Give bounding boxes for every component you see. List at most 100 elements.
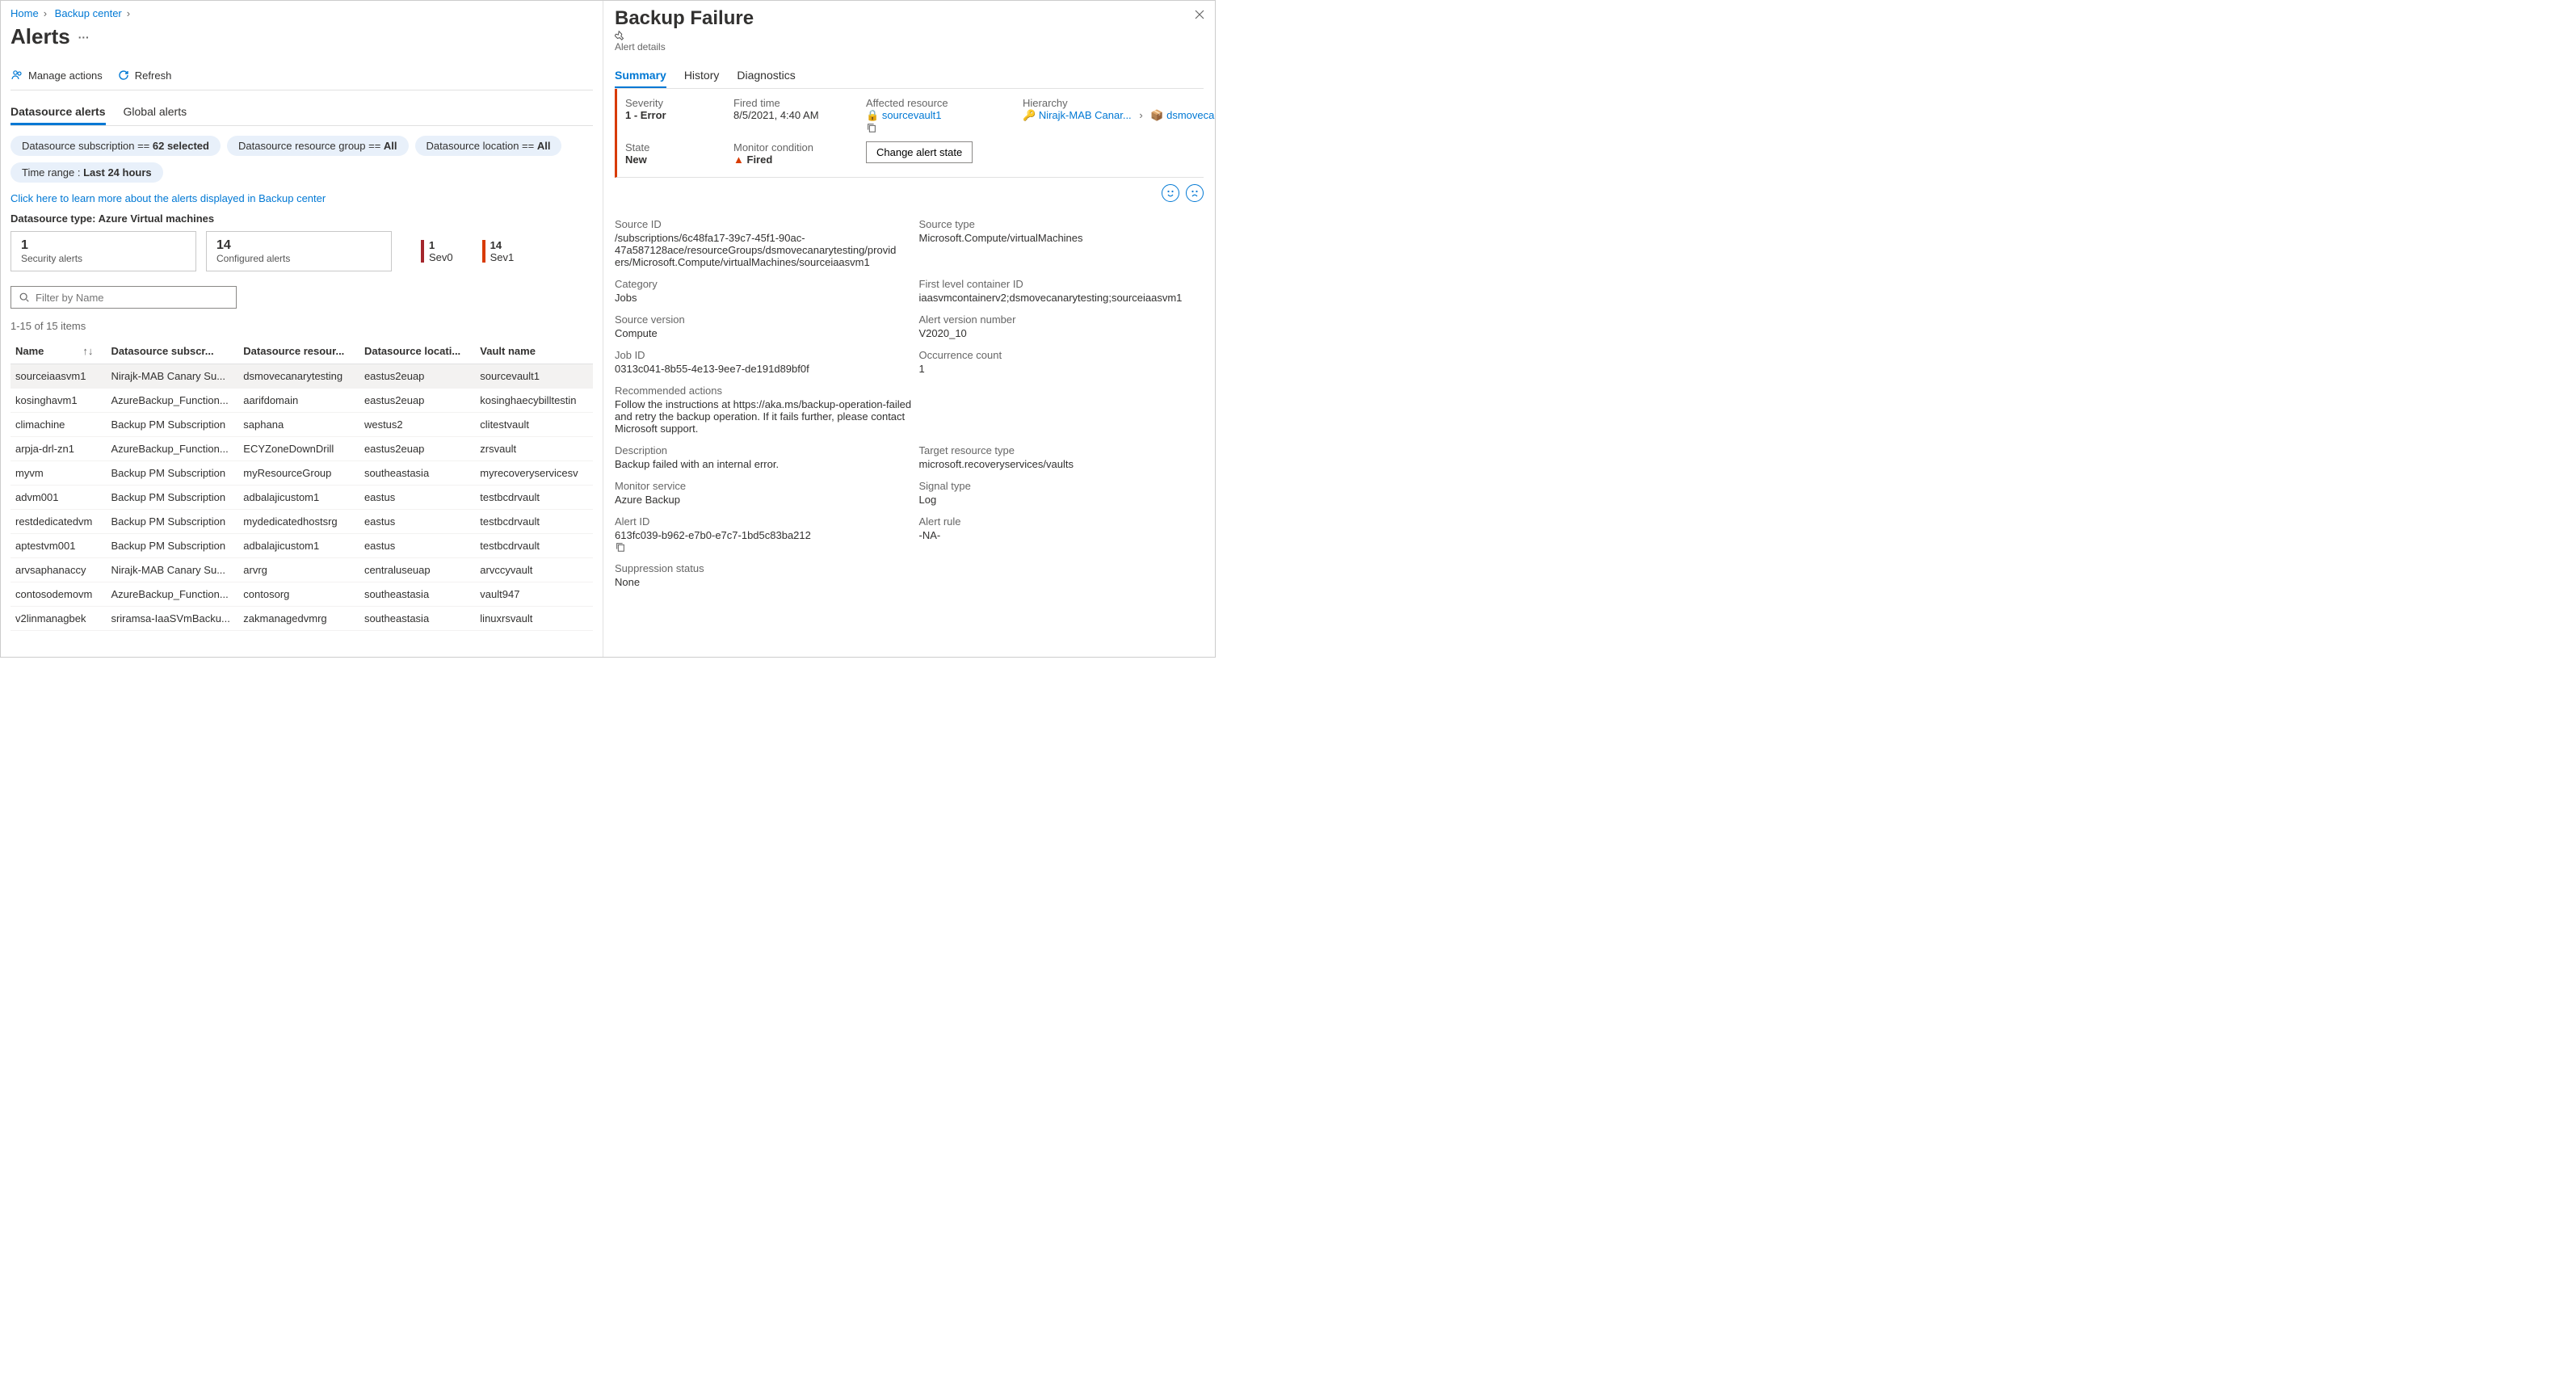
filter-location[interactable]: Datasource location == All bbox=[415, 136, 562, 156]
cell-sub: AzureBackup_Function... bbox=[106, 437, 238, 461]
close-icon[interactable] bbox=[1194, 9, 1205, 20]
hierarchy-rg-link[interactable]: dsmovecanaryte... bbox=[1166, 109, 1215, 121]
table-row[interactable]: v2linmanagbeksriramsa-IaaSVmBacku...zakm… bbox=[11, 607, 593, 631]
cell-loc: eastus bbox=[359, 486, 475, 510]
cell-loc: westus2 bbox=[359, 413, 475, 437]
learn-more-link[interactable]: Click here to learn more about the alert… bbox=[11, 192, 593, 204]
cell-vault: linuxrsvault bbox=[475, 607, 593, 631]
table-row[interactable]: sourceiaasvm1Nirajk-MAB Canary Su...dsmo… bbox=[11, 364, 593, 389]
cell-rg: myResourceGroup bbox=[238, 461, 359, 486]
tab-global-alerts[interactable]: Global alerts bbox=[124, 100, 187, 125]
cell-rg: adbalajicustom1 bbox=[238, 486, 359, 510]
cell-name: restdedicatedvm bbox=[11, 510, 106, 534]
copy-icon[interactable] bbox=[615, 541, 900, 553]
manage-actions-button[interactable]: Manage actions bbox=[11, 69, 103, 82]
panel-tab-history[interactable]: History bbox=[684, 64, 720, 88]
cell-vault: vault947 bbox=[475, 582, 593, 607]
cell-sub: Backup PM Subscription bbox=[106, 413, 238, 437]
table-row[interactable]: contosodemovmAzureBackup_Function...cont… bbox=[11, 582, 593, 607]
breadcrumb-backup-center[interactable]: Backup center bbox=[55, 7, 122, 19]
occurrence-value: 1 bbox=[919, 363, 1204, 375]
cell-vault: clitestvault bbox=[475, 413, 593, 437]
cell-loc: eastus bbox=[359, 534, 475, 558]
table-row[interactable]: restdedicatedvmBackup PM Subscriptionmyd… bbox=[11, 510, 593, 534]
filter-subscription[interactable]: Datasource subscription == 62 selected bbox=[11, 136, 221, 156]
col-vault[interactable]: Vault name bbox=[475, 338, 593, 364]
filter-time-range[interactable]: Time range : Last 24 hours bbox=[11, 162, 163, 183]
source-id-value: /subscriptions/6c48fa17-39c7-45f1-90ac-4… bbox=[615, 232, 900, 268]
col-location[interactable]: Datasource locati... bbox=[359, 338, 475, 364]
cell-sub: AzureBackup_Function... bbox=[106, 389, 238, 413]
breadcrumb-home[interactable]: Home bbox=[11, 7, 39, 19]
alert-id-value: 613fc039-b962-e7b0-e7c7-1bd5c83ba212 bbox=[615, 529, 900, 553]
cell-name: sourceiaasvm1 bbox=[11, 364, 106, 389]
cell-vault: arvccyvault bbox=[475, 558, 593, 582]
target-resource-type-value: microsoft.recoveryservices/vaults bbox=[919, 458, 1204, 470]
refresh-button[interactable]: Refresh bbox=[117, 69, 172, 82]
alert-rule-value: -NA- bbox=[919, 529, 1204, 541]
panel-tab-summary[interactable]: Summary bbox=[615, 64, 666, 88]
signal-type-value: Log bbox=[919, 494, 1204, 506]
table-row[interactable]: arvsaphanaccyNirajk-MAB Canary Su...arvr… bbox=[11, 558, 593, 582]
cell-vault: testbcdrvault bbox=[475, 510, 593, 534]
affected-resource-link[interactable]: sourcevault1 bbox=[882, 109, 942, 121]
feedback-sad-icon[interactable] bbox=[1186, 184, 1204, 202]
panel-tab-diagnostics[interactable]: Diagnostics bbox=[737, 64, 795, 88]
cell-sub: sriramsa-IaaSVmBacku... bbox=[106, 607, 238, 631]
sev0-stat: 1Sev0 bbox=[421, 239, 453, 263]
vault-icon: 🔒 bbox=[866, 109, 879, 121]
sev0-bar-icon bbox=[421, 240, 424, 263]
sev1-stat: 14Sev1 bbox=[482, 239, 515, 263]
search-icon bbox=[18, 291, 31, 304]
summary-grid: Severity1 - Error Fired time8/5/2021, 4:… bbox=[615, 89, 1204, 178]
cell-loc: centraluseuap bbox=[359, 558, 475, 582]
resource-group-icon: 📦 bbox=[1150, 109, 1163, 121]
cell-sub: Backup PM Subscription bbox=[106, 534, 238, 558]
job-id-value: 0313c041-8b55-4e13-9ee7-de191d89bf0f bbox=[615, 363, 900, 375]
action-toolbar: Manage actions Refresh bbox=[11, 64, 593, 90]
filter-resource-group[interactable]: Datasource resource group == All bbox=[227, 136, 409, 156]
warning-icon: ▲ bbox=[733, 153, 744, 166]
col-resource-group[interactable]: Datasource resour... bbox=[238, 338, 359, 364]
sev1-bar-icon bbox=[482, 240, 485, 263]
cell-sub: Nirajk-MAB Canary Su... bbox=[106, 558, 238, 582]
filter-name-box[interactable] bbox=[11, 286, 237, 309]
col-name[interactable]: Name↑↓ bbox=[11, 338, 106, 364]
table-row[interactable]: climachineBackup PM Subscriptionsaphanaw… bbox=[11, 413, 593, 437]
sort-icon[interactable]: ↑↓ bbox=[82, 345, 93, 357]
source-type-value: Microsoft.Compute/virtualMachines bbox=[919, 232, 1204, 244]
table-row[interactable]: kosinghavm1AzureBackup_Function...aarifd… bbox=[11, 389, 593, 413]
cell-vault: myrecoveryservicesv bbox=[475, 461, 593, 486]
pin-icon[interactable] bbox=[615, 30, 759, 41]
cell-name: kosinghavm1 bbox=[11, 389, 106, 413]
cell-vault: zrsvault bbox=[475, 437, 593, 461]
category-value: Jobs bbox=[615, 292, 900, 304]
change-alert-state-button[interactable]: Change alert state bbox=[866, 141, 973, 163]
cell-sub: AzureBackup_Function... bbox=[106, 582, 238, 607]
people-icon bbox=[11, 69, 23, 82]
cell-name: arvsaphanaccy bbox=[11, 558, 106, 582]
configured-alerts-card[interactable]: 14 Configured alerts bbox=[206, 231, 392, 271]
filter-name-input[interactable] bbox=[36, 292, 229, 304]
cell-name: aptestvm001 bbox=[11, 534, 106, 558]
cell-name: contosodemovm bbox=[11, 582, 106, 607]
cell-loc: eastus bbox=[359, 510, 475, 534]
cell-rg: zakmanagedvmrg bbox=[238, 607, 359, 631]
cell-rg: arvrg bbox=[238, 558, 359, 582]
flc-value: iaasvmcontainerv2;dsmovecanarytesting;so… bbox=[919, 292, 1204, 304]
copy-icon[interactable] bbox=[866, 122, 1011, 133]
table-row[interactable]: myvmBackup PM SubscriptionmyResourceGrou… bbox=[11, 461, 593, 486]
cell-name: v2linmanagbek bbox=[11, 607, 106, 631]
tab-datasource-alerts[interactable]: Datasource alerts bbox=[11, 100, 106, 125]
hierarchy-sub-link[interactable]: Nirajk-MAB Canar... bbox=[1039, 109, 1132, 121]
cell-rg: ECYZoneDownDrill bbox=[238, 437, 359, 461]
feedback-happy-icon[interactable] bbox=[1162, 184, 1179, 202]
table-row[interactable]: aptestvm001Backup PM Subscriptionadbalaj… bbox=[11, 534, 593, 558]
col-subscription[interactable]: Datasource subscr... bbox=[106, 338, 238, 364]
table-row[interactable]: advm001Backup PM Subscriptionadbalajicus… bbox=[11, 486, 593, 510]
cell-loc: southeastasia bbox=[359, 582, 475, 607]
table-row[interactable]: arpja-drl-zn1AzureBackup_Function...ECYZ… bbox=[11, 437, 593, 461]
cell-rg: dsmovecanarytesting bbox=[238, 364, 359, 389]
more-icon[interactable]: ··· bbox=[78, 31, 90, 44]
security-alerts-card[interactable]: 1 Security alerts bbox=[11, 231, 196, 271]
